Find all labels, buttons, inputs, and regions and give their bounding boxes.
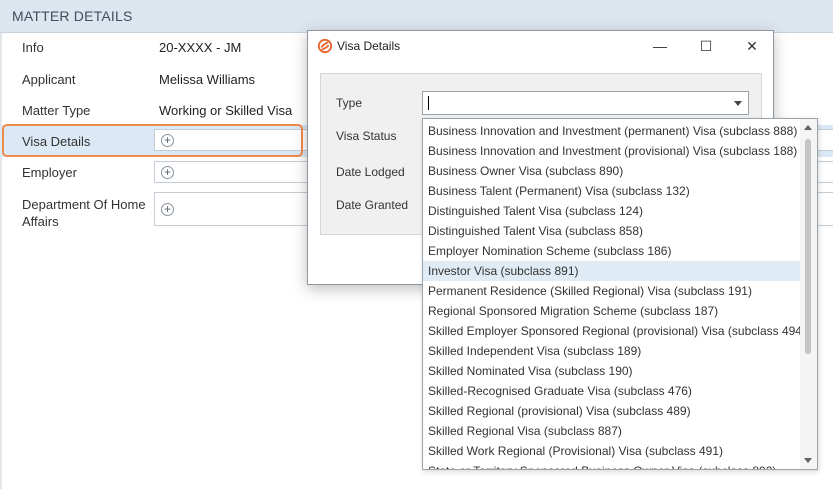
visa-details-focus-outline xyxy=(2,124,303,157)
minimize-button[interactable]: — xyxy=(637,31,683,61)
app-logo-icon xyxy=(317,38,333,54)
dropdown-option[interactable]: Skilled Regional (provisional) Visa (sub… xyxy=(423,401,800,421)
dropdown-option[interactable]: Business Innovation and Investment (perm… xyxy=(423,121,800,141)
info-value: 20-XXXX - JM xyxy=(159,40,242,55)
dropdown-option[interactable]: Skilled Regional Visa (subclass 887) xyxy=(423,421,800,441)
info-label: Info xyxy=(22,40,44,55)
dropdown-option[interactable]: Skilled-Recognised Graduate Visa (subcla… xyxy=(423,381,800,401)
dropdown-option[interactable]: Employer Nomination Scheme (subclass 186… xyxy=(423,241,800,261)
dropdown-option[interactable]: Business Owner Visa (subclass 890) xyxy=(423,161,800,181)
employer-label: Employer xyxy=(22,165,77,180)
dropdown-scrollbar[interactable] xyxy=(800,119,817,469)
applicant-value[interactable]: Melissa Williams xyxy=(159,72,255,87)
department-label-line2: Affairs xyxy=(22,214,59,229)
date-lodged-label: Date Lodged xyxy=(336,165,405,179)
text-caret xyxy=(428,96,429,110)
dropdown-options: Business Innovation and Investment (perm… xyxy=(423,121,806,469)
dropdown-option[interactable]: Business Talent (Permanent) Visa (subcla… xyxy=(423,181,800,201)
dropdown-option[interactable]: Skilled Employer Sponsored Regional (pro… xyxy=(423,321,806,341)
dropdown-option[interactable]: Distinguished Talent Visa (subclass 124) xyxy=(423,201,800,221)
dropdown-option[interactable]: Skilled Work Regional (Provisional) Visa… xyxy=(423,441,800,461)
dropdown-option[interactable]: Investor Visa (subclass 891) xyxy=(423,261,800,281)
type-dropdown-list[interactable]: Business Innovation and Investment (perm… xyxy=(422,118,818,470)
left-border xyxy=(0,33,2,489)
dropdown-option[interactable]: Regional Sponsored Migration Scheme (sub… xyxy=(423,301,800,321)
matter-type-value[interactable]: Working or Skilled Visa xyxy=(159,103,292,118)
date-granted-label: Date Granted xyxy=(336,198,409,212)
maximize-button[interactable]: ☐ xyxy=(683,31,729,61)
applicant-label: Applicant xyxy=(22,72,76,87)
dropdown-option[interactable]: Skilled Nominated Visa (subclass 190) xyxy=(423,361,800,381)
close-button[interactable]: ✕ xyxy=(729,31,775,61)
dialog-title: Visa Details xyxy=(337,39,401,53)
type-label: Type xyxy=(336,96,363,110)
section-header: MATTER DETAILS xyxy=(0,0,833,33)
chevron-down-icon[interactable] xyxy=(734,101,742,106)
type-combobox[interactable] xyxy=(422,91,749,115)
dropdown-option[interactable]: Permanent Residence (Skilled Regional) V… xyxy=(423,281,800,301)
department-label-line1: Department Of Home xyxy=(22,197,146,212)
add-icon[interactable]: + xyxy=(161,166,174,179)
visa-status-label: Visa Status xyxy=(336,129,397,143)
scroll-down-icon[interactable] xyxy=(804,458,812,463)
scroll-thumb[interactable] xyxy=(805,139,811,354)
dropdown-option[interactable]: Skilled Independent Visa (subclass 189) xyxy=(423,341,800,361)
dropdown-option[interactable]: State or Territory Sponsored Business Ow… xyxy=(423,461,800,469)
dropdown-option[interactable]: Business Innovation and Investment (prov… xyxy=(423,141,800,161)
matter-type-label: Matter Type xyxy=(22,103,91,118)
add-icon[interactable]: + xyxy=(161,203,174,216)
dropdown-option[interactable]: Distinguished Talent Visa (subclass 858) xyxy=(423,221,800,241)
scroll-up-icon[interactable] xyxy=(804,125,812,130)
